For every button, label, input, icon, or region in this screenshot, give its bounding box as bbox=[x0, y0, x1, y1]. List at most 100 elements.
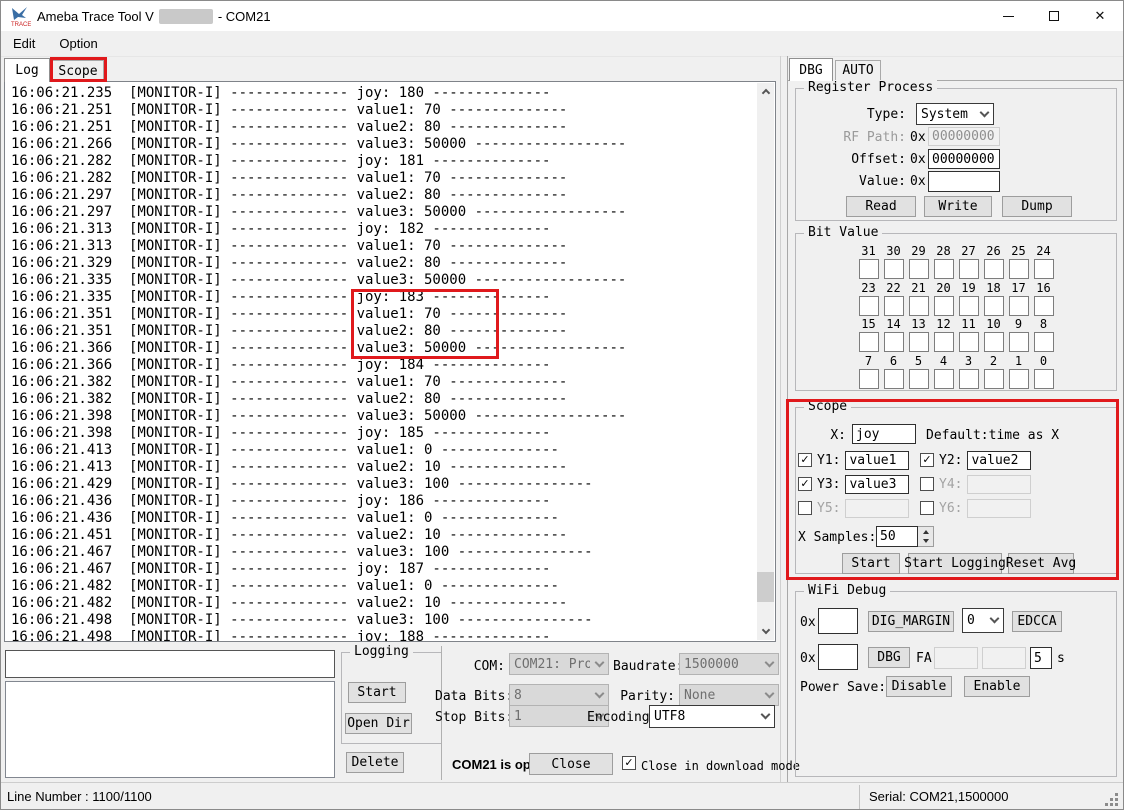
bit-input-14[interactable] bbox=[884, 332, 904, 352]
bit-cell-26: 26 bbox=[981, 244, 1006, 279]
scope-y3-input[interactable] bbox=[845, 475, 909, 494]
bit-input-7[interactable] bbox=[859, 369, 879, 389]
bit-input-13[interactable] bbox=[909, 332, 929, 352]
bit-input-0[interactable] bbox=[1034, 369, 1054, 389]
scope-y2-checkbox[interactable]: ✓ bbox=[920, 453, 934, 467]
fa-seconds-input[interactable] bbox=[1030, 647, 1052, 669]
bit-input-22[interactable] bbox=[884, 296, 904, 316]
bit-input-4[interactable] bbox=[934, 369, 954, 389]
tab-scope[interactable]: Scope bbox=[52, 60, 104, 81]
bit-input-21[interactable] bbox=[909, 296, 929, 316]
bit-input-23[interactable] bbox=[859, 296, 879, 316]
encoding-select[interactable]: UTF8 bbox=[649, 705, 775, 728]
bit-input-6[interactable] bbox=[884, 369, 904, 389]
logging-start-button[interactable]: Start bbox=[348, 682, 406, 703]
bit-input-27[interactable] bbox=[959, 259, 979, 279]
bit-input-18[interactable] bbox=[984, 296, 1004, 316]
line-number-status: Line Number : 1100/1100 bbox=[7, 789, 152, 804]
menu-edit[interactable]: Edit bbox=[1, 31, 47, 56]
offset-input[interactable] bbox=[928, 149, 1000, 169]
scope-y6-checkbox[interactable] bbox=[920, 501, 934, 515]
log-line: 16:06:21.413 [MONITOR-I] -------------- … bbox=[11, 442, 626, 459]
bit-input-26[interactable] bbox=[984, 259, 1004, 279]
bit-input-16[interactable] bbox=[1034, 296, 1054, 316]
type-select[interactable]: System bbox=[916, 103, 994, 125]
spin-down-button[interactable] bbox=[918, 537, 933, 547]
write-button[interactable]: Write bbox=[924, 196, 992, 217]
bit-input-12[interactable] bbox=[934, 332, 954, 352]
bit-input-9[interactable] bbox=[1009, 332, 1029, 352]
tab-auto[interactable]: AUTO bbox=[835, 60, 881, 80]
bit-input-30[interactable] bbox=[884, 259, 904, 279]
bit-input-29[interactable] bbox=[909, 259, 929, 279]
power-save-disable-button[interactable]: Disable bbox=[886, 676, 952, 697]
log-line: 16:06:21.382 [MONITOR-I] -------------- … bbox=[11, 391, 626, 408]
scope-y1-checkbox[interactable]: ✓ bbox=[798, 453, 812, 467]
scope-y4-checkbox[interactable] bbox=[920, 477, 934, 491]
close-button[interactable]: ✕ bbox=[1077, 1, 1123, 31]
scope-y5-checkbox[interactable] bbox=[798, 501, 812, 515]
spin-up-button[interactable] bbox=[918, 527, 933, 537]
tab-dbg[interactable]: DBG bbox=[789, 58, 833, 81]
maximize-button[interactable] bbox=[1031, 1, 1077, 31]
offset-label: Offset: bbox=[826, 152, 906, 167]
scope-y1-input[interactable] bbox=[845, 451, 909, 470]
bit-input-10[interactable] bbox=[984, 332, 1004, 352]
bit-input-31[interactable] bbox=[859, 259, 879, 279]
tab-log[interactable]: Log bbox=[4, 58, 50, 82]
bit-input-19[interactable] bbox=[959, 296, 979, 316]
bit-row-31-24: 3130292827262524 bbox=[856, 244, 1056, 279]
log-line: 16:06:21.467 [MONITOR-I] -------------- … bbox=[11, 561, 626, 578]
scrollbar-thumb[interactable] bbox=[757, 572, 774, 602]
bit-label-6: 6 bbox=[890, 354, 897, 369]
open-dir-button[interactable]: Open Dir bbox=[345, 713, 412, 734]
power-save-enable-button[interactable]: Enable bbox=[964, 676, 1030, 697]
menu-option[interactable]: Option bbox=[47, 31, 109, 56]
bit-input-17[interactable] bbox=[1009, 296, 1029, 316]
bit-input-2[interactable] bbox=[984, 369, 1004, 389]
dbg-input[interactable] bbox=[818, 644, 858, 670]
app-window: TRACE Ameba Trace Tool V - COM21 ✕ Edit … bbox=[0, 0, 1124, 810]
bit-input-3[interactable] bbox=[959, 369, 979, 389]
scroll-down-button[interactable] bbox=[757, 623, 774, 640]
bit-input-15[interactable] bbox=[859, 332, 879, 352]
edcca-select[interactable]: 0 bbox=[962, 608, 1004, 633]
bit-input-24[interactable] bbox=[1034, 259, 1054, 279]
scope-start-logging-button[interactable]: Start Logging bbox=[908, 553, 1002, 574]
bit-input-28[interactable] bbox=[934, 259, 954, 279]
x-samples-input[interactable] bbox=[876, 526, 918, 547]
bit-input-1[interactable] bbox=[1009, 369, 1029, 389]
log-line: 16:06:21.498 [MONITOR-I] -------------- … bbox=[11, 629, 626, 642]
bit-input-25[interactable] bbox=[1009, 259, 1029, 279]
bit-cell-11: 11 bbox=[956, 317, 981, 352]
minimize-button[interactable] bbox=[985, 1, 1031, 31]
log-scrollbar[interactable] bbox=[757, 83, 774, 640]
x-samples-stepper[interactable] bbox=[876, 526, 934, 547]
read-button[interactable]: Read bbox=[846, 196, 916, 217]
value-input[interactable] bbox=[928, 171, 1000, 192]
dbg-button[interactable]: DBG bbox=[868, 647, 910, 668]
log-view[interactable]: 16:06:21.235 [MONITOR-I] -------------- … bbox=[4, 81, 776, 642]
bit-label-27: 27 bbox=[961, 244, 975, 259]
delete-button[interactable]: Delete bbox=[346, 752, 404, 773]
filter-input[interactable] bbox=[5, 650, 335, 678]
scope-y2-input[interactable] bbox=[967, 451, 1031, 470]
scope-reset-avg-button[interactable]: Reset Avg bbox=[1008, 553, 1074, 574]
edcca-button[interactable]: EDCCA bbox=[1012, 611, 1062, 632]
scroll-up-button[interactable] bbox=[757, 83, 774, 100]
bit-input-20[interactable] bbox=[934, 296, 954, 316]
com-close-button[interactable]: Close bbox=[529, 753, 613, 775]
bit-input-8[interactable] bbox=[1034, 332, 1054, 352]
scope-start-button[interactable]: Start bbox=[842, 553, 900, 574]
bit-input-11[interactable] bbox=[959, 332, 979, 352]
resize-grip-icon[interactable] bbox=[1115, 803, 1118, 806]
close-download-checkbox[interactable]: ✓ bbox=[622, 756, 636, 770]
dig-margin-button[interactable]: DIG_MARGIN bbox=[868, 611, 954, 632]
scope-x-input[interactable] bbox=[852, 424, 916, 444]
log-line: 16:06:21.498 [MONITOR-I] -------------- … bbox=[11, 612, 626, 629]
bit-input-5[interactable] bbox=[909, 369, 929, 389]
scope-y3-checkbox[interactable]: ✓ bbox=[798, 477, 812, 491]
log-file-list[interactable] bbox=[5, 681, 335, 778]
dig-margin-input[interactable] bbox=[818, 608, 858, 634]
dump-button[interactable]: Dump bbox=[1002, 196, 1072, 217]
